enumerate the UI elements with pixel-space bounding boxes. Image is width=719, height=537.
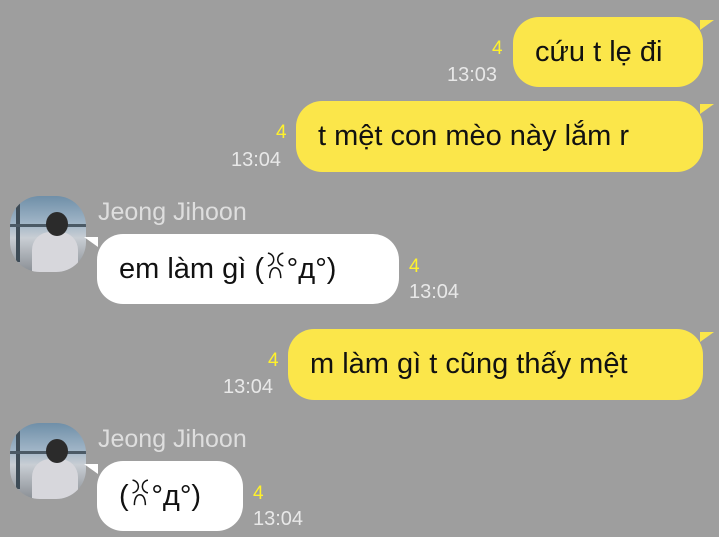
message-time: 13:03 — [447, 64, 498, 86]
avatar-photo-head — [46, 439, 68, 463]
bubble-tail — [700, 332, 714, 342]
unread-count: 4 — [276, 122, 287, 143]
incoming-message-bubble[interactable]: em làm gì (ꐦ°д°) — [97, 234, 399, 304]
message-time: 13:04 — [253, 508, 304, 530]
outgoing-message-bubble[interactable]: m làm gì t cũng thấy mệt — [288, 329, 703, 400]
incoming-message-bubble[interactable]: (ꐦ°д°) — [97, 461, 243, 531]
unread-count: 4 — [409, 256, 420, 277]
message-text: cứu t lẹ đi — [535, 35, 663, 68]
avatar-photo-person — [32, 232, 78, 272]
chat-screen: { "messages": [ { "direction": "out", "t… — [0, 0, 719, 537]
bubble-tail — [84, 464, 98, 474]
message-text: t mệt con mèo này lắm r — [318, 120, 630, 152]
avatar-photo-head — [46, 212, 68, 236]
message-text: (ꐦ°д°) — [119, 479, 202, 512]
unread-count: 4 — [253, 483, 264, 504]
sender-name: Jeong Jihoon — [98, 198, 247, 226]
sender-name: Jeong Jihoon — [98, 425, 247, 453]
message-time: 13:04 — [223, 376, 274, 398]
message-text: em làm gì (ꐦ°д°) — [119, 252, 337, 285]
bubble-tail — [700, 104, 714, 114]
bubble-tail — [84, 237, 98, 247]
avatar-photo-detail — [16, 202, 20, 262]
sender-avatar[interactable] — [10, 196, 86, 272]
bubble-tail — [700, 20, 714, 30]
outgoing-message-bubble[interactable]: cứu t lẹ đi — [513, 17, 703, 87]
unread-count: 4 — [268, 350, 279, 371]
message-time: 13:04 — [409, 281, 460, 303]
avatar-photo-detail — [16, 429, 20, 489]
unread-count: 4 — [492, 38, 503, 59]
message-text: m làm gì t cũng thấy mệt — [310, 348, 628, 380]
avatar-photo-person — [32, 459, 78, 499]
sender-avatar[interactable] — [10, 423, 86, 499]
outgoing-message-bubble[interactable]: t mệt con mèo này lắm r — [296, 101, 703, 172]
message-time: 13:04 — [231, 149, 282, 171]
